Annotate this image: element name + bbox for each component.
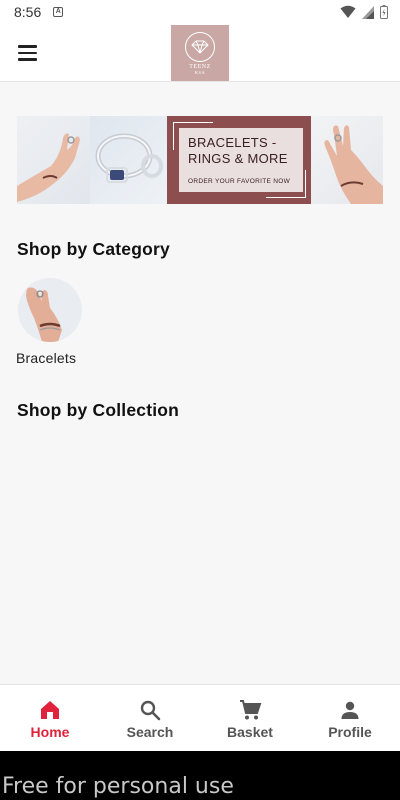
banner-headline-2: RINGS & MORE xyxy=(188,151,288,166)
diamond-icon xyxy=(185,31,215,62)
banner-hand-image-2 xyxy=(311,116,383,204)
status-icons xyxy=(340,5,388,19)
nav-home-label: Home xyxy=(30,724,70,740)
status-bar: 8:56 A xyxy=(0,0,400,24)
cart-icon xyxy=(240,700,262,720)
brand-logo[interactable]: TEENZ KSA xyxy=(171,25,229,81)
nav-search[interactable]: Search xyxy=(100,685,200,751)
app-bar: TEENZ KSA xyxy=(0,24,400,82)
logo-sub-text: KSA xyxy=(194,69,206,75)
banner-rings-image xyxy=(90,116,167,204)
promo-banner[interactable]: BRACELETS - RINGS & MORE ORDER YOUR FAVO… xyxy=(17,116,383,204)
bottom-navigation: Home Search Basket Profile xyxy=(0,684,400,751)
category-label: Bracelets xyxy=(16,350,77,366)
nav-home[interactable]: Home xyxy=(0,685,100,751)
nav-profile-label: Profile xyxy=(328,724,372,740)
search-icon xyxy=(140,700,161,721)
wifi-icon xyxy=(340,5,356,18)
hamburger-menu-icon[interactable] xyxy=(10,36,44,70)
bracelet-hand-image xyxy=(18,278,82,342)
nav-basket[interactable]: Basket xyxy=(200,685,300,751)
category-item-bracelets[interactable]: Bracelets xyxy=(16,278,86,366)
nav-profile[interactable]: Profile xyxy=(300,685,400,751)
banner-text-panel: BRACELETS - RINGS & MORE ORDER YOUR FAVO… xyxy=(167,116,311,204)
nav-basket-label: Basket xyxy=(227,724,273,740)
signal-icon xyxy=(362,5,374,19)
battery-icon xyxy=(380,5,388,19)
home-icon xyxy=(41,701,59,719)
nav-search-label: Search xyxy=(126,724,174,740)
category-section-title: Shop by Category xyxy=(17,239,170,259)
banner-card: BRACELETS - RINGS & MORE ORDER YOUR FAVO… xyxy=(179,128,303,192)
person-icon xyxy=(341,701,359,719)
banner-hand-image xyxy=(17,116,90,204)
text-a-icon: A xyxy=(53,7,64,17)
banner-headline-1: BRACELETS - xyxy=(188,135,277,150)
watermark-text: Free for personal use xyxy=(2,774,234,799)
banner-subline: ORDER YOUR FAVORITE NOW xyxy=(188,178,291,185)
collection-section-title: Shop by Collection xyxy=(17,400,180,420)
status-time: 8:56 xyxy=(14,4,42,20)
